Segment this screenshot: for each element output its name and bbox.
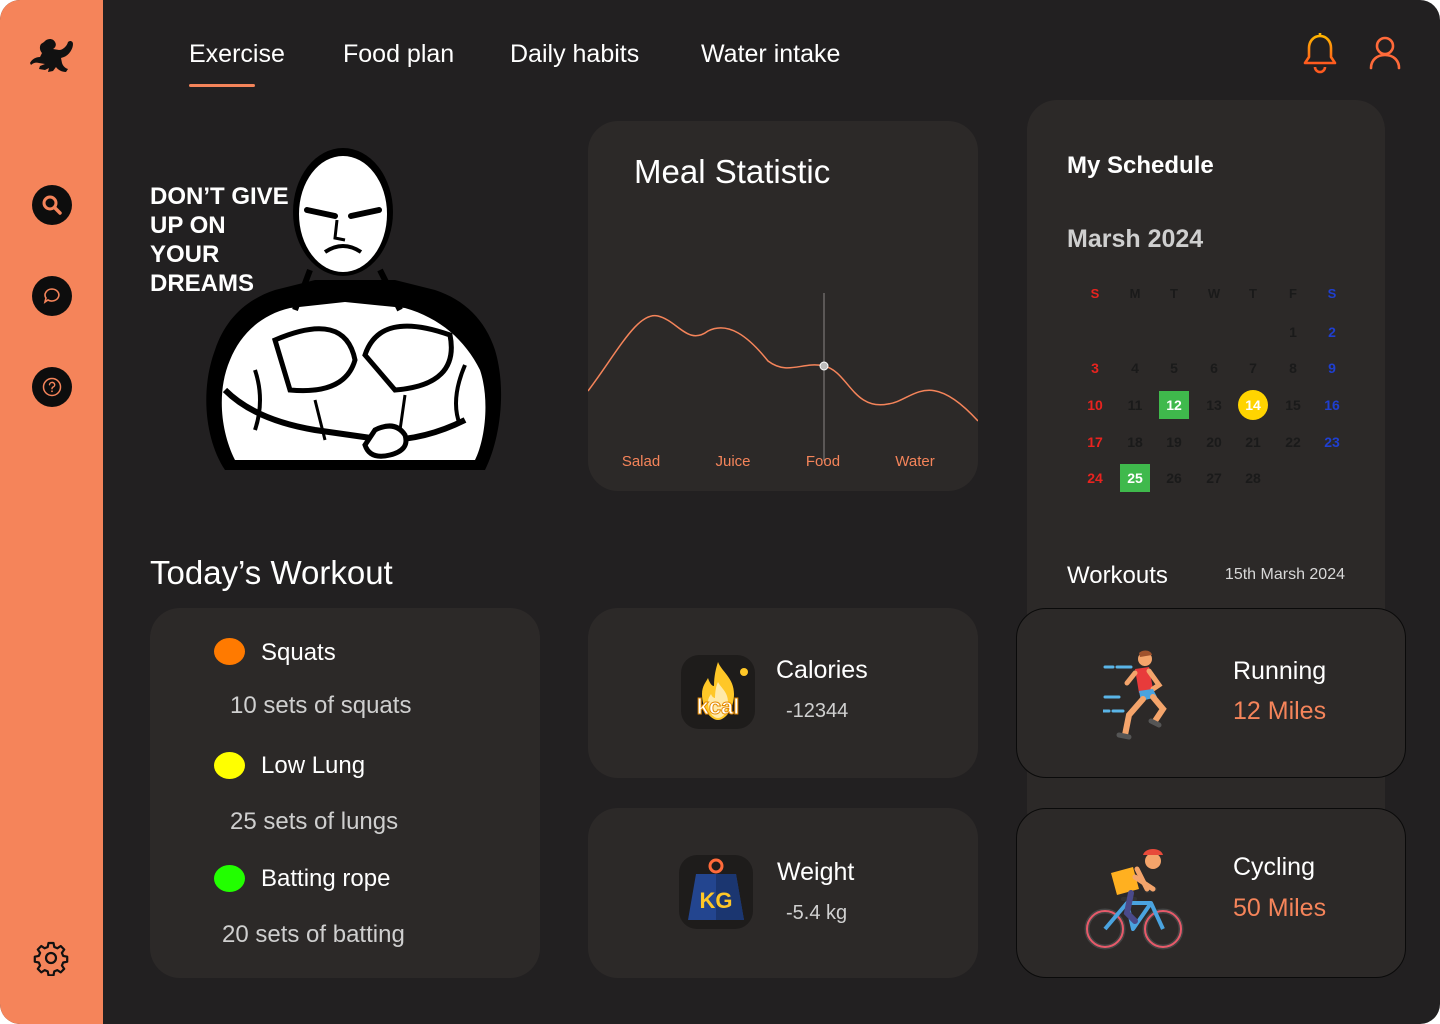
flexing-bodybuilder-icon[interactable] xyxy=(30,36,74,72)
search-icon xyxy=(42,195,62,215)
activity-name: Running xyxy=(1233,657,1327,685)
calendar-day[interactable]: 11 xyxy=(1120,391,1150,419)
app-window: Exercise Food plan Daily habits Water in… xyxy=(0,0,1440,1024)
calendar-day[interactable]: 7 xyxy=(1238,354,1268,382)
cyclist-icon xyxy=(1084,849,1184,950)
weight-label: Weight xyxy=(777,858,855,886)
workout-name[interactable]: Squats xyxy=(261,639,336,667)
calendar-weekday: S xyxy=(1327,285,1337,301)
calendar-day[interactable]: 22 xyxy=(1278,428,1308,456)
calendar-day[interactable]: 24 xyxy=(1080,464,1110,492)
activity-name: Cycling xyxy=(1233,853,1315,881)
chat-button[interactable] xyxy=(32,276,72,316)
calendar-day[interactable]: 28 xyxy=(1238,464,1268,492)
workout-color-dot xyxy=(214,752,245,779)
svg-text:kcal: kcal xyxy=(697,694,740,719)
help-icon xyxy=(42,377,62,397)
calendar-day[interactable]: 16 xyxy=(1317,391,1347,419)
calendar-weekday: M xyxy=(1129,285,1141,301)
calendar-day[interactable]: 15 xyxy=(1278,391,1308,419)
calendar-weekday: S xyxy=(1090,285,1100,301)
meal-cursor-point xyxy=(819,361,829,371)
todays-workout-title: Today’s Workout xyxy=(150,554,393,591)
calendar-day[interactable]: 13 xyxy=(1199,391,1229,419)
calendar-day[interactable]: 6 xyxy=(1199,354,1229,382)
calendar-day[interactable]: 27 xyxy=(1199,464,1229,492)
runner-icon xyxy=(1103,650,1167,740)
tab-exercise[interactable]: Exercise xyxy=(189,40,285,87)
calendar-day[interactable]: 17 xyxy=(1080,428,1110,456)
hero-slogan: DON’T GIVE UP ON YOUR DREAMS xyxy=(150,183,289,297)
meal-trend-line xyxy=(588,314,978,422)
schedule-month-year: Marsh 2024 xyxy=(1067,225,1203,254)
calendar-weekday: W xyxy=(1207,285,1221,301)
activity-value: 50 Miles xyxy=(1233,894,1327,922)
calendar-day[interactable]: 1 xyxy=(1278,318,1308,346)
calendar-weekday: T xyxy=(1249,285,1257,301)
workout-name[interactable]: Batting rope xyxy=(261,865,390,893)
user-icon[interactable] xyxy=(1366,32,1404,76)
calendar-day[interactable]: 23 xyxy=(1317,428,1347,456)
calendar-weekday: F xyxy=(1289,285,1297,301)
meal-category-label: Juice xyxy=(715,453,750,470)
calendar-day[interactable]: 5 xyxy=(1159,354,1189,382)
workouts-date: 15th Marsh 2024 xyxy=(1224,566,1345,583)
help-button[interactable] xyxy=(32,367,72,407)
activity-value: 12 Miles xyxy=(1233,697,1327,725)
chat-icon xyxy=(43,288,60,304)
svg-text:KG: KG xyxy=(700,888,733,913)
sidebar xyxy=(0,0,103,1024)
calendar-day[interactable]: 19 xyxy=(1159,428,1189,456)
tab-food-plan[interactable]: Food plan xyxy=(343,40,454,69)
weight-value: -5.4 kg xyxy=(786,902,848,924)
schedule-month: Marsh xyxy=(1067,225,1141,253)
workout-detail: 25 sets of lungs xyxy=(230,808,399,835)
calendar-day[interactable]: 10 xyxy=(1080,391,1110,419)
kg-weight-icon: KG xyxy=(679,855,753,929)
search-button[interactable] xyxy=(32,185,72,225)
workout-color-dot xyxy=(214,865,245,892)
workout-name[interactable]: Low Lung xyxy=(261,752,365,780)
weight-card: KG Weight -5.4 kg xyxy=(588,808,978,978)
meal-line-chart: Salad Juice Food Water xyxy=(588,293,978,470)
calendar-day[interactable]: 8 xyxy=(1278,354,1308,382)
calendar-day[interactable]: 9 xyxy=(1317,354,1347,382)
calendar-day[interactable]: 18 xyxy=(1120,428,1150,456)
meal-category-label: Water xyxy=(895,453,934,470)
meal-category-label: Salad xyxy=(622,453,660,470)
workout-detail: 20 sets of batting xyxy=(222,921,405,948)
calendar-day[interactable]: 3 xyxy=(1080,354,1110,382)
bell-icon[interactable] xyxy=(1300,32,1340,76)
workouts-label: Workouts xyxy=(1067,562,1168,589)
workout-color-dot xyxy=(214,638,245,665)
gear-icon[interactable] xyxy=(33,940,69,976)
meal-category-label: Food xyxy=(806,453,840,470)
calendar-day[interactable]: 21 xyxy=(1238,428,1268,456)
schedule-year: 2024 xyxy=(1147,225,1204,253)
calendar-day[interactable]: 12 xyxy=(1159,391,1189,419)
calendar-day[interactable]: 14 xyxy=(1238,390,1268,420)
meal-statistic-card: Meal Statistic Salad Juice Food Water xyxy=(588,121,978,491)
workout-detail: 10 sets of squats xyxy=(230,692,412,719)
todays-workout-card: Squats 10 sets of squats Low Lung 25 set… xyxy=(150,608,540,978)
calendar-day[interactable]: 2 xyxy=(1317,318,1347,346)
cycling-card[interactable]: Cycling 50 Miles xyxy=(1016,808,1406,978)
calendar-weekday: T xyxy=(1170,285,1178,301)
calendar-grid: S M T W T F S 1 2 3 4 5 6 7 8 9 10 11 12 13 14 15 16 17 18 19 20 21… xyxy=(1077,275,1377,515)
running-card[interactable]: Running 12 Miles xyxy=(1016,608,1406,778)
calories-label: Calories xyxy=(776,656,868,684)
kcal-flame-icon: kcal xyxy=(681,655,755,729)
calendar-day[interactable]: 26 xyxy=(1159,464,1189,492)
calendar-day[interactable]: 20 xyxy=(1199,428,1229,456)
calendar-day[interactable]: 25 xyxy=(1120,464,1150,492)
tab-daily-habits[interactable]: Daily habits xyxy=(510,40,639,69)
calories-card: kcal Calories -12344 xyxy=(588,608,978,778)
calories-value: -12344 xyxy=(786,700,849,722)
schedule-title: My Schedule xyxy=(1067,152,1214,179)
calendar-day[interactable]: 4 xyxy=(1120,354,1150,382)
tab-water-intake[interactable]: Water intake xyxy=(701,40,840,69)
